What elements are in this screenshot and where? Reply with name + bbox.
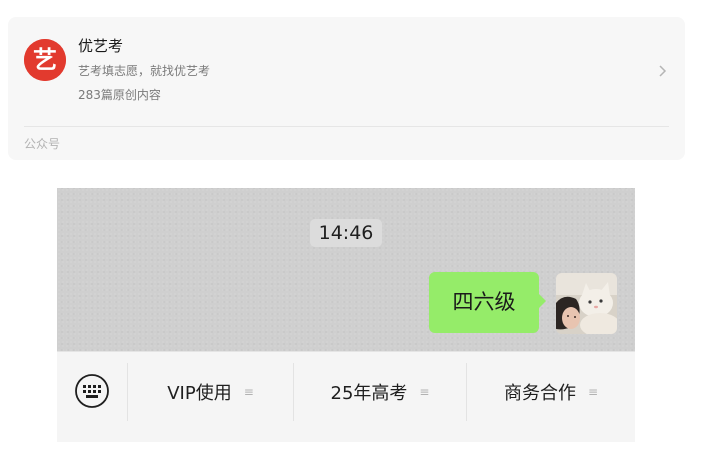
menu-item-gaokao[interactable]: 25年高考 ≡ <box>294 370 466 414</box>
bubble-tail <box>538 293 546 309</box>
page: 艺 优艺考 艺考填志愿，就找优艺考 283篇原创内容 公众号 14:46 四六级 <box>0 0 702 466</box>
message-bubble[interactable]: 四六级 <box>429 272 539 333</box>
account-type-label: 公众号 <box>24 137 61 151</box>
account-name: 优艺考 <box>78 37 124 55</box>
cat-avatar-icon[interactable] <box>556 273 617 334</box>
message-timestamp: 14:46 <box>310 219 382 247</box>
chat-screenshot: 14:46 四六级 VIP使用 ≡ 25年高考 ≡ 商务合作 ≡ <box>57 188 635 442</box>
menu-item-business[interactable]: 商务合作 ≡ <box>467 370 635 414</box>
official-account-card[interactable]: 艺 优艺考 艺考填志愿，就找优艺考 283篇原创内容 公众号 <box>8 17 685 160</box>
menu-item-label: VIP使用 <box>167 383 232 404</box>
submenu-lines-icon: ≡ <box>587 385 599 399</box>
menu-item-label: 25年高考 <box>330 383 408 404</box>
menu-item-label: 商务合作 <box>503 383 576 404</box>
logo-glyph: 艺 <box>33 45 57 74</box>
keyboard-icon[interactable] <box>70 369 114 413</box>
chat-message-area: 14:46 四六级 <box>57 188 635 351</box>
chevron-right-icon[interactable] <box>657 63 669 79</box>
yi-character-logo-icon: 艺 <box>24 39 66 81</box>
account-description: 艺考填志愿，就找优艺考 <box>78 64 211 78</box>
card-divider <box>24 126 669 127</box>
submenu-lines-icon: ≡ <box>243 385 254 399</box>
chat-menu-bar: VIP使用 ≡ 25年高考 ≡ 商务合作 ≡ <box>57 351 635 442</box>
menu-item-vip[interactable]: VIP使用 ≡ <box>128 370 293 414</box>
submenu-lines-icon: ≡ <box>419 385 430 399</box>
article-count: 283篇原创内容 <box>78 88 161 102</box>
